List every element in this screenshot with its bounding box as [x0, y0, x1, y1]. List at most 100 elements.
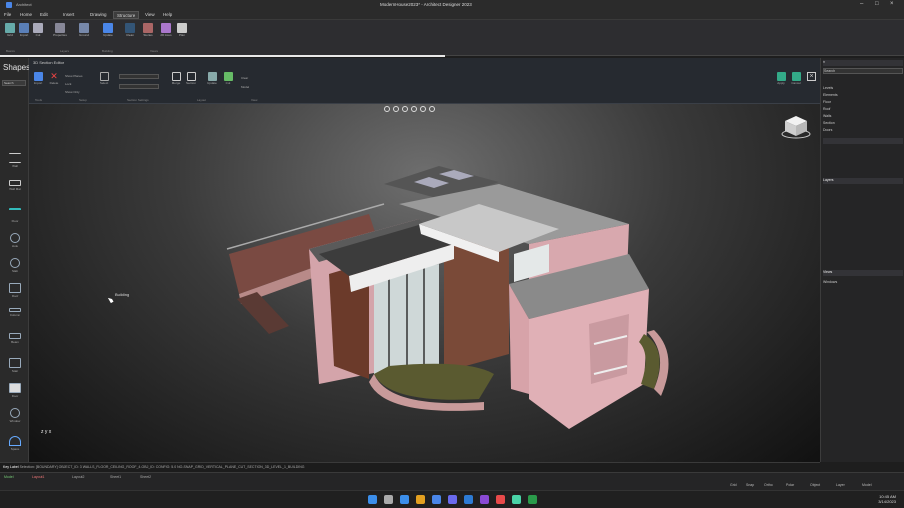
tool-wall-mat[interactable]: Wall Mat	[3, 180, 27, 191]
editor-cancel-button[interactable]: Cancel	[789, 72, 803, 86]
section-dropdown-1[interactable]	[119, 74, 159, 79]
shapes-panel: Shapes Search Wall Wall Mat Floor Hole S…	[0, 58, 30, 462]
editor-import-button[interactable]: Import	[31, 72, 45, 86]
ribbon-2d-axes-button[interactable]: 2D Axes	[158, 23, 174, 38]
tool-wall[interactable]: Wall	[3, 153, 27, 168]
tool-hole[interactable]: Hole	[3, 233, 27, 248]
right-panel-header: ×	[823, 60, 903, 66]
view-option-model[interactable]: Model	[241, 83, 249, 92]
tab-layout2[interactable]: Layout2	[72, 475, 84, 479]
tool-space[interactable]: Space	[3, 436, 27, 451]
3d-viewport[interactable]: Building z y x	[29, 104, 820, 462]
tool-slab[interactable]: Slab	[3, 258, 27, 273]
panel-close-icon[interactable]: ×	[823, 60, 825, 64]
search-icon[interactable]	[384, 495, 393, 504]
views-section-header[interactable]: Views	[823, 270, 903, 276]
command-line-text: Selection: [BOUNDARY] OBJECT_ID: 3 WALLS…	[19, 465, 305, 469]
right-panel-search-input[interactable]: Search	[823, 68, 903, 74]
progress-bar	[0, 55, 445, 57]
tree-item-section[interactable]: Section	[823, 121, 903, 127]
edge-icon[interactable]	[400, 495, 409, 504]
teams-icon[interactable]	[448, 495, 457, 504]
ribbon-group-building: Building	[102, 49, 113, 53]
tool-floor[interactable]: Floor	[3, 208, 27, 223]
status-ortho[interactable]: Ortho	[764, 483, 773, 487]
menu-edit[interactable]: Edit	[40, 12, 48, 17]
tool-column[interactable]: Column	[3, 308, 27, 317]
menu-structure[interactable]: Structure	[113, 11, 140, 19]
ribbon-properties-button[interactable]: Properties	[52, 23, 68, 38]
view-option-clear[interactable]: Clear	[241, 74, 249, 83]
close-button[interactable]: ×	[890, 1, 894, 7]
ribbon-group-layers: Layers	[60, 49, 70, 53]
tool-door[interactable]: Door	[3, 383, 27, 398]
ribbon-plan-button[interactable]: Plan	[174, 23, 190, 38]
tab-sheet1[interactable]: Sheet1	[110, 475, 121, 479]
status-snap[interactable]: Snap	[746, 483, 754, 487]
menu-file[interactable]: File	[4, 12, 11, 17]
menu-insert[interactable]: Insert	[63, 12, 74, 17]
ribbon-stories-button[interactable]: Stories	[140, 23, 156, 38]
tree-item-levels[interactable]: Levels	[823, 86, 903, 92]
tab-model[interactable]: Model	[4, 475, 14, 479]
status-layer[interactable]: Layer	[836, 483, 845, 487]
option-show-only[interactable]: Show Only	[65, 88, 83, 96]
status-polar[interactable]: Polar	[786, 483, 794, 487]
tab-layout1[interactable]: Layout1	[32, 475, 44, 479]
editor-cut-button[interactable]: Cut	[221, 72, 235, 86]
editor-close-icon[interactable]: ×	[807, 72, 816, 81]
editor-view-options: Clear Model	[241, 74, 249, 92]
tree-item-walls[interactable]: Walls	[823, 114, 903, 120]
ribbon-update-button[interactable]: Update	[100, 23, 116, 38]
section-editor-toolbar: 3D Section Editor Import ✕ Delete Show Pl…	[29, 58, 820, 104]
ribbon-clean-button[interactable]: Clean	[122, 23, 138, 38]
editor-delete-button[interactable]: ✕ Delete	[47, 72, 61, 86]
tree-item-roof[interactable]: Roof	[823, 107, 903, 113]
editor-merge-button[interactable]: Merge	[169, 72, 183, 86]
app-icon-purple[interactable]	[480, 495, 489, 504]
option-show-planes[interactable]: Show Planes	[65, 72, 83, 80]
minimize-button[interactable]: –	[860, 1, 863, 7]
editor-apply-button[interactable]: Apply	[774, 72, 788, 86]
tree-item-windows[interactable]: Windows	[823, 280, 903, 286]
menu-drawing[interactable]: Drawing	[90, 12, 107, 17]
editor-options: Show Planes Lock Show Only	[65, 72, 83, 96]
section-editor-title: 3D Section Editor	[33, 60, 65, 65]
menu-home[interactable]: Home	[20, 12, 32, 17]
status-object[interactable]: Object	[810, 483, 820, 487]
app-icon-green[interactable]	[512, 495, 521, 504]
outlook-icon[interactable]	[464, 495, 473, 504]
excel-icon[interactable]	[528, 495, 537, 504]
editor-select-button[interactable]: Select	[97, 72, 111, 86]
tool-window[interactable]: Window	[3, 408, 27, 423]
store-icon[interactable]	[432, 495, 441, 504]
editor-update-button[interactable]: Update	[205, 72, 219, 86]
ribbon-ground-button[interactable]: Ground	[76, 23, 92, 38]
maximize-button[interactable]: □	[875, 1, 879, 7]
tool-beam[interactable]: Beam	[3, 333, 27, 344]
menu-help[interactable]: Help	[163, 12, 172, 17]
tool-stair[interactable]: Stair	[3, 358, 27, 373]
tool-roof[interactable]: Roof	[3, 283, 27, 298]
menu-view[interactable]: View	[145, 12, 155, 17]
option-lock[interactable]: Lock	[65, 80, 83, 88]
system-clock[interactable]: 10:45 AM 3/14/2023	[878, 494, 896, 504]
app-icon-red[interactable]	[496, 495, 505, 504]
ribbon-group-views: Views	[150, 49, 158, 53]
folder-icon[interactable]	[416, 495, 425, 504]
section-dropdown-2[interactable]	[119, 84, 159, 89]
shapes-search-input[interactable]: Search	[2, 80, 26, 86]
tree-item-floor[interactable]: Floor	[823, 100, 903, 106]
status-model[interactable]: Model	[862, 483, 872, 487]
building-model[interactable]	[29, 104, 820, 462]
status-grid[interactable]: Grid	[730, 483, 737, 487]
start-icon[interactable]	[368, 495, 377, 504]
ribbon-cut-button[interactable]: Cut	[30, 23, 46, 38]
tree-item-doors[interactable]: Doors	[823, 128, 903, 134]
editor-section-button[interactable]: Section	[184, 72, 198, 86]
layers-section-header[interactable]: Layers	[823, 178, 903, 184]
cursor-tooltip: Building	[115, 292, 130, 297]
command-line[interactable]: Key Label Selection: [BOUNDARY] OBJECT_I…	[0, 462, 820, 472]
tree-item-elements[interactable]: Elements	[823, 93, 903, 99]
tab-sheet2[interactable]: Sheet2	[140, 475, 151, 479]
